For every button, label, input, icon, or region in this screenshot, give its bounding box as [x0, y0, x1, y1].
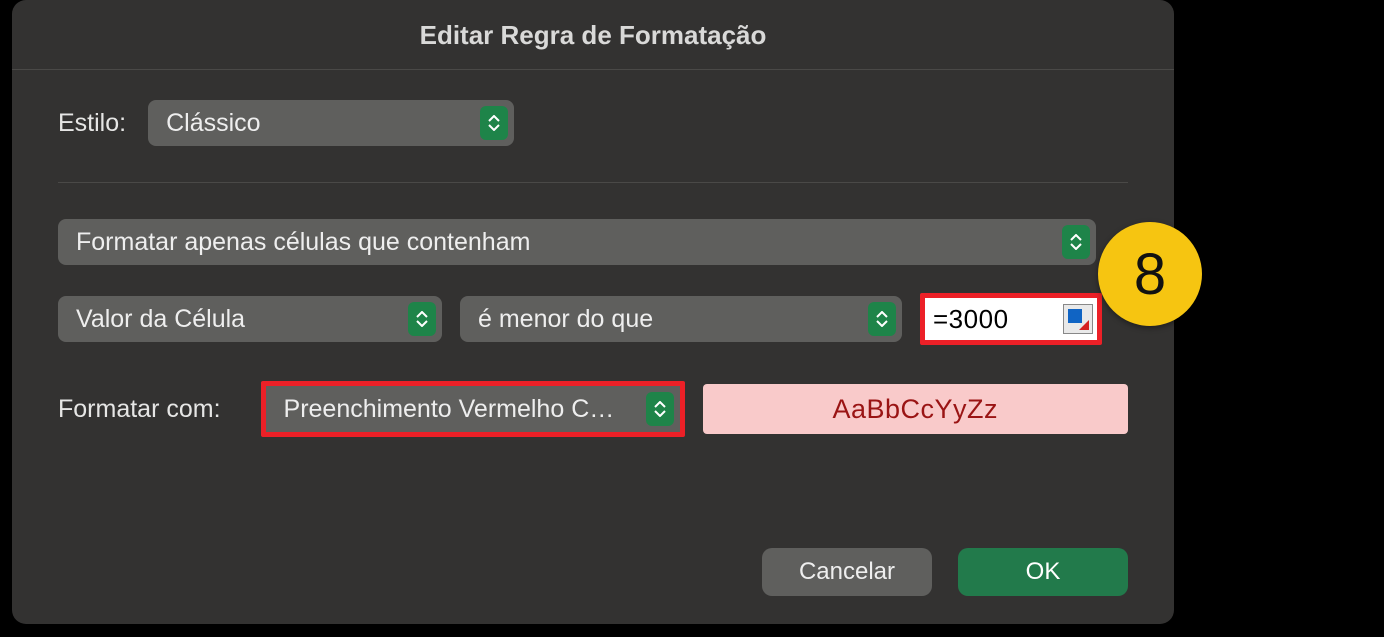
chevron-up-down-icon [646, 392, 674, 426]
dialog-buttons: Cancelar OK [12, 548, 1174, 624]
dialog-title: Editar Regra de Formatação [12, 0, 1174, 70]
format-preset-dropdown[interactable]: Preenchimento Vermelho C… [261, 381, 685, 437]
condition-value-text: =3000 [933, 304, 1009, 335]
ok-button[interactable]: OK [958, 548, 1128, 596]
rule-type-dropdown[interactable]: Formatar apenas células que contenham [58, 219, 1096, 265]
dialog-body: Estilo: Clássico Formatar apenas células… [12, 70, 1174, 548]
separator [58, 182, 1128, 183]
rule-type-value: Formatar apenas células que contenham [76, 228, 530, 257]
chevron-up-down-icon [1062, 225, 1090, 259]
format-with-label: Formatar com: [58, 395, 221, 424]
edit-format-rule-dialog: Editar Regra de Formatação Estilo: Cláss… [12, 0, 1174, 624]
cell-reference-icon[interactable] [1063, 304, 1093, 334]
annotation-badge: 8 [1098, 222, 1202, 326]
style-row: Estilo: Clássico [58, 100, 1128, 146]
style-dropdown[interactable]: Clássico [148, 100, 514, 146]
format-preset-value: Preenchimento Vermelho C… [284, 395, 615, 424]
chevron-up-down-icon [480, 106, 508, 140]
chevron-up-down-icon [408, 302, 436, 336]
format-with-row: Formatar com: Preenchimento Vermelho C… … [58, 381, 1128, 437]
condition-value-input[interactable]: =3000 [920, 293, 1102, 345]
chevron-up-down-icon [868, 302, 896, 336]
style-value: Clássico [166, 109, 260, 138]
condition-operator-value: é menor do que [478, 305, 653, 334]
condition-row: Valor da Célula é menor do que =3000 [58, 293, 1128, 345]
condition-operator-dropdown[interactable]: é menor do que [460, 296, 902, 342]
condition-basis-value: Valor da Célula [76, 305, 245, 334]
rule-type-row: Formatar apenas células que contenham [58, 219, 1128, 265]
condition-basis-dropdown[interactable]: Valor da Célula [58, 296, 442, 342]
cancel-button[interactable]: Cancelar [762, 548, 932, 596]
format-preview: AaBbCcYyZz [703, 384, 1128, 434]
style-label: Estilo: [58, 109, 126, 138]
